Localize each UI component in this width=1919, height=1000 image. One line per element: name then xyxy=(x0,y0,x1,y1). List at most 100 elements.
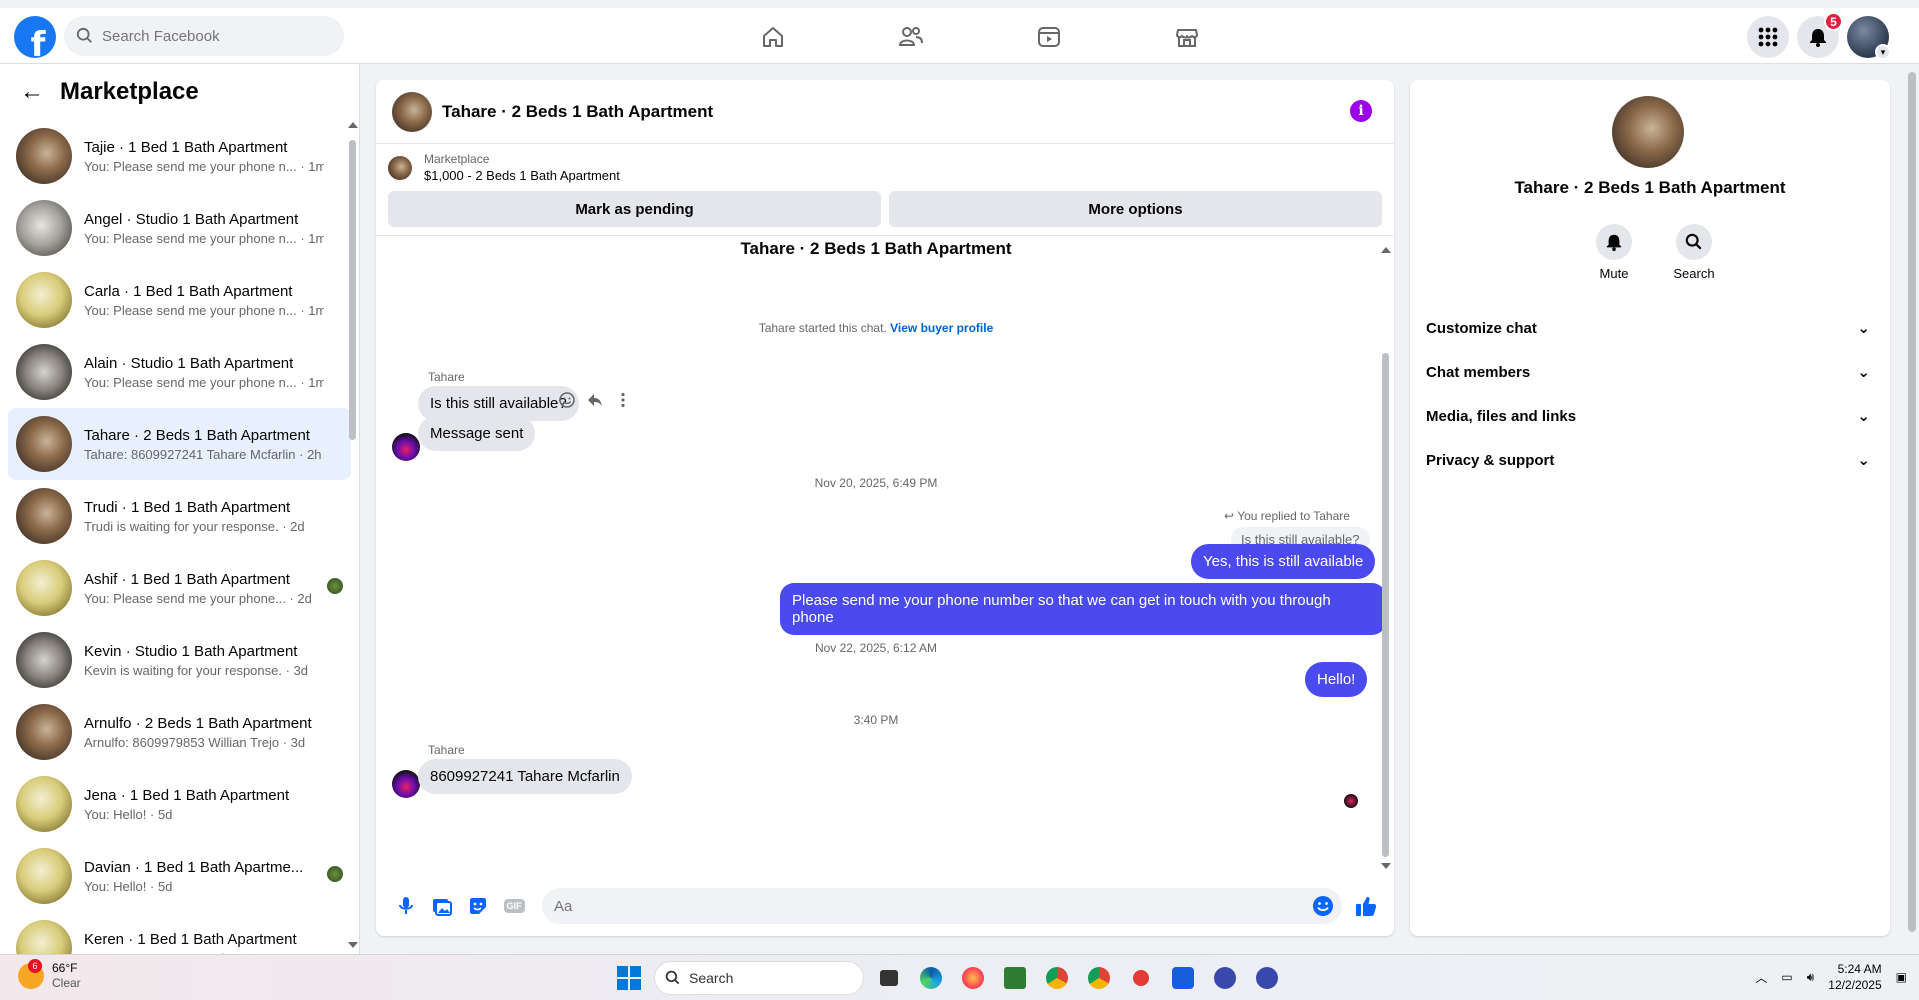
view-buyer-profile-link[interactable]: View buyer profile xyxy=(890,321,993,335)
incoming-message[interactable]: Message sent xyxy=(418,416,536,451)
like-button[interactable] xyxy=(1348,888,1384,924)
remote-app-2[interactable] xyxy=(1250,961,1284,995)
conversation-item[interactable]: Ashif · 1 Bed 1 Bath Apartment You: Pleas… xyxy=(8,552,351,624)
emoji-icon[interactable] xyxy=(1312,895,1334,917)
outgoing-message[interactable]: Hello! xyxy=(1305,662,1368,697)
incoming-message[interactable]: 8609927241 Tahare Mcfarlin xyxy=(418,759,632,794)
network-icon[interactable]: ▭ xyxy=(1781,970,1792,984)
clock[interactable]: 5:24 AM 12/2/2025 xyxy=(1828,961,1881,993)
replied-label: ↩ You replied to Tahare xyxy=(1224,509,1350,523)
search-in-chat-button[interactable]: Search xyxy=(1672,224,1716,281)
outgoing-message[interactable]: Please send me your phone number so that… xyxy=(780,583,1386,635)
weather-widget[interactable]: 6 66°F Clear xyxy=(18,959,81,991)
back-arrow-icon[interactable]: ← xyxy=(20,78,44,106)
privacy-support-section[interactable]: Privacy & support ⌄ xyxy=(1418,438,1882,482)
conversation-item[interactable]: Carla · 1 Bed 1 Bath Apartment You: Pleas… xyxy=(8,264,351,336)
scroll-up-icon[interactable] xyxy=(1381,247,1391,253)
customize-chat-section[interactable]: Customize chat ⌄ xyxy=(1418,306,1882,350)
conversation-item[interactable]: Arnulfo · 2 Beds 1 Bath Apartment Arnulfo… xyxy=(8,696,351,768)
page-scrollbar[interactable] xyxy=(1905,64,1919,954)
notification-center-icon[interactable]: ▣ xyxy=(1896,970,1907,984)
mute-label: Mute xyxy=(1599,266,1629,281)
gif-button[interactable]: GIF xyxy=(496,888,532,924)
chrome-profile-app[interactable] xyxy=(1082,961,1116,995)
scroll-down-icon[interactable] xyxy=(348,942,358,948)
taskbar-search[interactable]: Search xyxy=(654,961,864,995)
firefox-app[interactable] xyxy=(956,961,990,995)
account-avatar[interactable]: ▾ xyxy=(1847,16,1891,60)
sender-avatar[interactable] xyxy=(392,433,420,461)
chevron-down-icon: ⌄ xyxy=(1857,364,1870,381)
remote-app-1[interactable] xyxy=(1208,961,1242,995)
chat-info-panel: Tahare · 2 Beds 1 Bath Apartment Mute Se… xyxy=(1410,80,1890,936)
scroll-up-icon[interactable] xyxy=(348,122,358,128)
info-icon[interactable]: i xyxy=(1350,100,1372,122)
voice-clip-button[interactable] xyxy=(388,888,424,924)
spreadsheet-app[interactable] xyxy=(998,961,1032,995)
conversation-item[interactable]: Trudi · 1 Bed 1 Bath Apartment Trudi is w… xyxy=(8,480,351,552)
bitwarden-app[interactable] xyxy=(1166,961,1200,995)
snipping-tool-app[interactable] xyxy=(1124,961,1158,995)
listing-thumbnail[interactable] xyxy=(388,155,412,180)
marketplace-nav-button[interactable] xyxy=(1118,16,1256,58)
notification-badge: 5 xyxy=(1824,12,1843,31)
seen-avatar xyxy=(327,578,343,594)
file-explorer-app[interactable] xyxy=(872,961,906,995)
conversation-item[interactable]: Tajie · 1 Bed 1 Bath Apartment You: Pleas… xyxy=(8,120,351,192)
sender-avatar[interactable] xyxy=(392,770,420,798)
chat-members-section[interactable]: Chat members ⌄ xyxy=(1418,350,1882,394)
video-nav-button[interactable] xyxy=(980,16,1118,58)
chat-scrollbar[interactable] xyxy=(1380,245,1391,871)
conversation-item[interactable]: Tahare · 2 Beds 1 Bath Apartment Tahare: … xyxy=(8,408,351,480)
mark-as-pending-button[interactable]: Mark as pending xyxy=(388,191,881,227)
listing-price[interactable]: $1,000 - 2 Beds 1 Bath Apartment xyxy=(424,168,620,183)
scrollbar-thumb[interactable] xyxy=(349,140,356,440)
reply-icon[interactable] xyxy=(586,391,604,409)
sticker-button[interactable] xyxy=(460,888,496,924)
facebook-search-box[interactable] xyxy=(64,16,344,56)
scrollbar-thumb[interactable] xyxy=(1908,72,1916,932)
chevron-down-icon: ⌄ xyxy=(1857,320,1870,337)
replied-text: You replied to Tahare xyxy=(1237,509,1350,523)
windows-start-icon[interactable] xyxy=(612,961,646,995)
message-input[interactable] xyxy=(554,897,1294,915)
conversation-item[interactable]: Kevin · Studio 1 Bath Apartment Kevin is … xyxy=(8,624,351,696)
conversation-item[interactable]: Keren · 1 Bed 1 Bath ApartmentKeren: 860… xyxy=(8,912,351,954)
chat-avatar[interactable] xyxy=(392,91,432,132)
more-options-button[interactable]: More options xyxy=(889,191,1382,227)
notifications-button[interactable]: 5 xyxy=(1797,12,1843,58)
mute-button[interactable]: Mute xyxy=(1592,224,1636,281)
sender-name: Tahare xyxy=(428,743,465,757)
edge-app[interactable] xyxy=(914,961,948,995)
seen-avatar xyxy=(327,866,343,882)
sender-name: Tahare xyxy=(428,370,465,384)
home-nav-button[interactable] xyxy=(704,16,842,58)
friends-nav-button[interactable] xyxy=(842,16,980,58)
conversation-item[interactable]: Angel · Studio 1 Bath Apartment You: Plea… xyxy=(8,192,351,264)
gif-icon: GIF xyxy=(503,899,525,913)
attach-photo-button[interactable] xyxy=(424,888,460,924)
sidebar-scrollbar[interactable] xyxy=(347,120,358,950)
chrome-app[interactable] xyxy=(1040,961,1074,995)
moon-weather-icon: 6 xyxy=(18,959,44,989)
scrollbar-thumb[interactable] xyxy=(1382,353,1389,857)
contact-avatar[interactable] xyxy=(1612,96,1684,168)
conversation-name: Keren · 1 Bed 1 Bath Apartment xyxy=(84,930,297,948)
outgoing-message[interactable]: Yes, this is still available xyxy=(1191,544,1376,579)
scroll-down-icon[interactable] xyxy=(1381,863,1391,869)
more-vertical-icon[interactable] xyxy=(614,391,632,409)
system-tray: ︿ ▭ 🔊︎ 5:24 AM 12/2/2025 ▣ xyxy=(1755,961,1907,993)
facebook-logo-icon[interactable]: f xyxy=(14,16,56,58)
message-input-box[interactable] xyxy=(542,888,1342,924)
conversation-item[interactable]: Davian · 1 Bed 1 Bath Apartme... You: Hel… xyxy=(8,840,351,912)
conversation-item[interactable]: Jena · 1 Bed 1 Bath Apartment You: Hello!… xyxy=(8,768,351,840)
menu-button[interactable] xyxy=(1747,16,1789,58)
media-files-links-section[interactable]: Media, files and links ⌄ xyxy=(1418,394,1882,438)
chat-title[interactable]: Tahare · 2 Beds 1 Bath Apartment xyxy=(442,102,713,122)
search-input[interactable] xyxy=(102,27,322,45)
remote-desktop-icon xyxy=(1256,967,1278,989)
volume-icon[interactable]: 🔊︎ xyxy=(1807,970,1815,985)
chevron-up-icon[interactable]: ︿ xyxy=(1755,969,1767,986)
react-emoji-icon[interactable] xyxy=(558,391,576,409)
conversation-item[interactable]: Alain · Studio 1 Bath Apartment You: Plea… xyxy=(8,336,351,408)
